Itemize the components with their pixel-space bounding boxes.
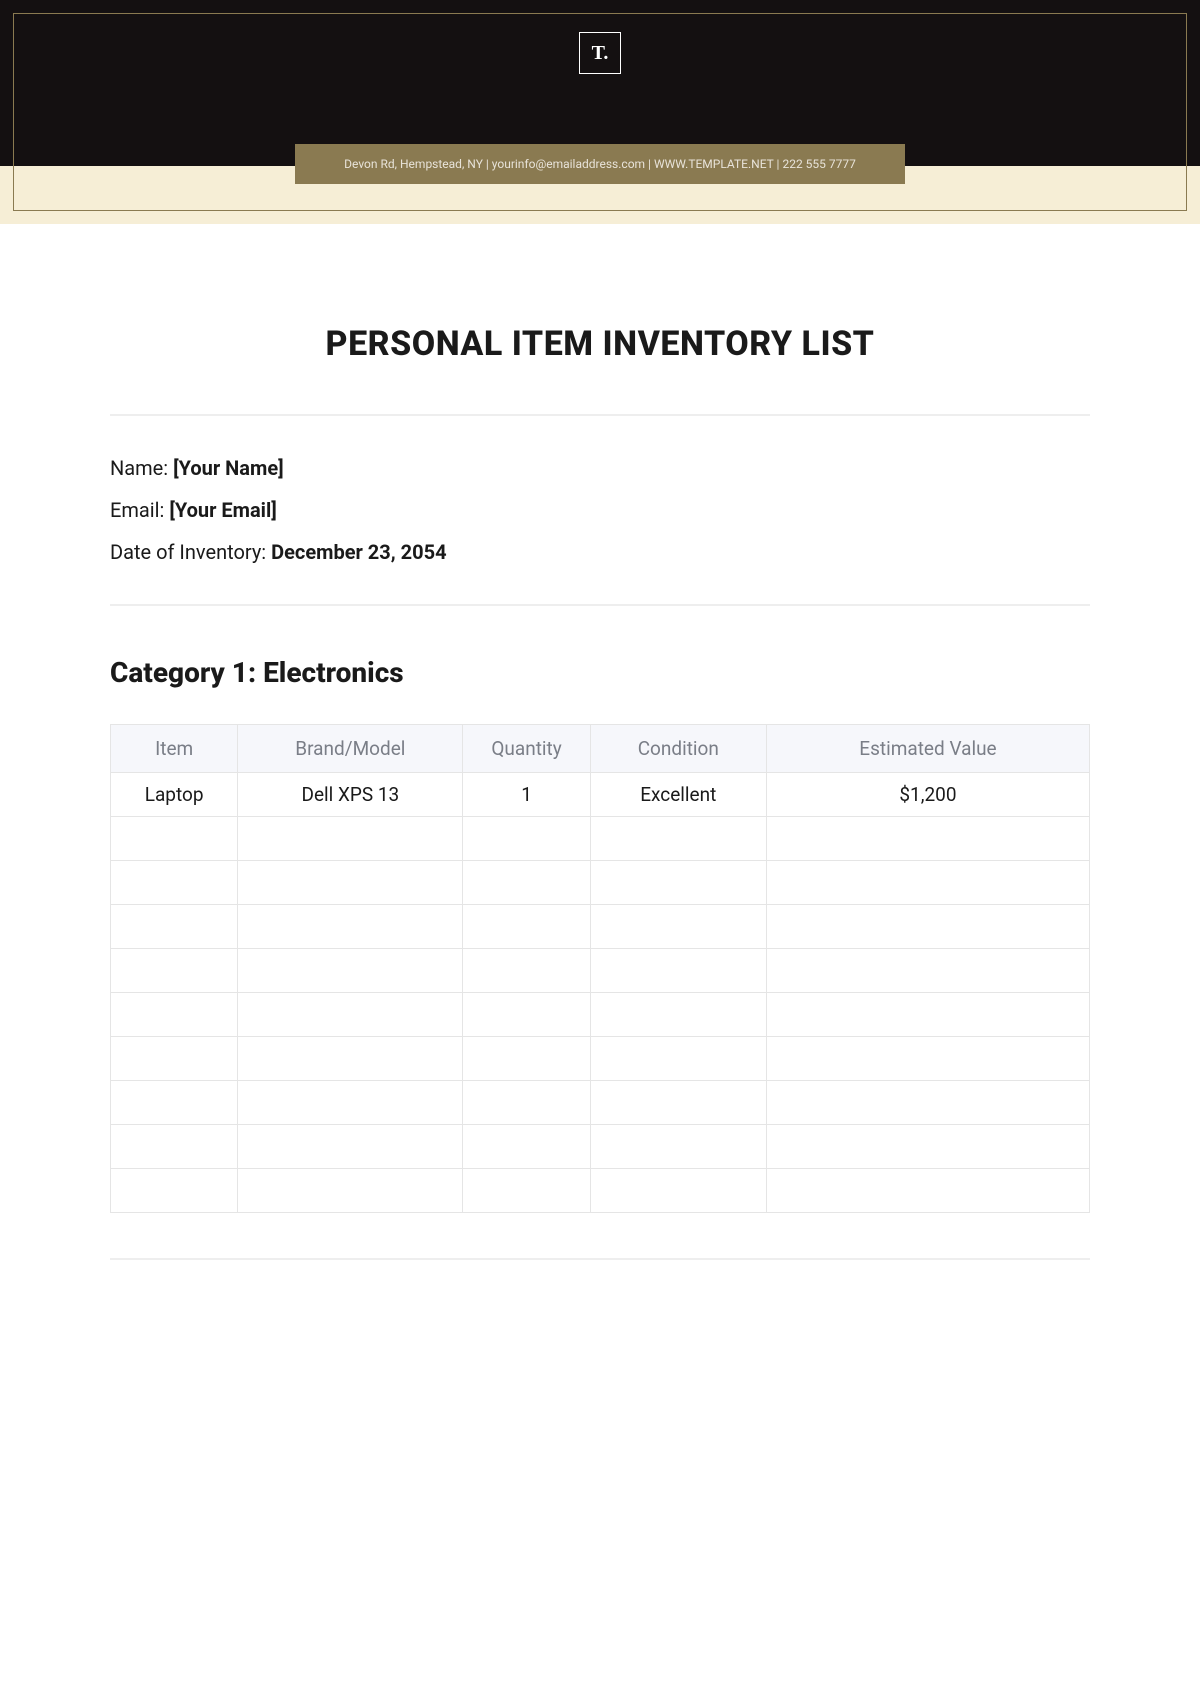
cell-condition — [590, 1169, 766, 1213]
cell-value — [766, 1037, 1089, 1081]
table-row — [111, 1037, 1090, 1081]
cell-brand — [238, 1125, 463, 1169]
cell-quantity — [463, 1037, 590, 1081]
document-header: T. Devon Rd, Hempstead, NY | yourinfo@em… — [0, 0, 1200, 224]
cell-item — [111, 817, 238, 861]
date-label: Date of Inventory: — [110, 540, 271, 564]
cell-brand — [238, 949, 463, 993]
cell-condition — [590, 949, 766, 993]
header-black-band — [0, 0, 1200, 166]
name-value: [Your Name] — [173, 456, 284, 480]
table-body: LaptopDell XPS 131Excellent$1,200 — [111, 773, 1090, 1213]
personal-info-section: Name: [Your Name] Email: [Your Email] Da… — [110, 416, 1090, 604]
table-row — [111, 1169, 1090, 1213]
cell-condition — [590, 993, 766, 1037]
inventory-table: Item Brand/Model Quantity Condition Esti… — [110, 724, 1090, 1213]
cell-value: $1,200 — [766, 773, 1089, 817]
document-content: PERSONAL ITEM INVENTORY LIST Name: [Your… — [0, 224, 1200, 1300]
cell-brand — [238, 1037, 463, 1081]
cell-condition — [590, 1125, 766, 1169]
cell-condition — [590, 1037, 766, 1081]
header-brand: Brand/Model — [238, 725, 463, 773]
cell-brand — [238, 861, 463, 905]
contact-info-text: Devon Rd, Hempstead, NY | yourinfo@email… — [344, 157, 856, 171]
header-quantity: Quantity — [463, 725, 590, 773]
cell-quantity — [463, 1169, 590, 1213]
table-header-row: Item Brand/Model Quantity Condition Esti… — [111, 725, 1090, 773]
cell-condition — [590, 1081, 766, 1125]
cell-brand — [238, 1169, 463, 1213]
table-row — [111, 861, 1090, 905]
cell-condition — [590, 817, 766, 861]
cell-quantity — [463, 817, 590, 861]
email-label: Email: — [110, 498, 169, 522]
page-title: PERSONAL ITEM INVENTORY LIST — [110, 324, 1090, 364]
logo-box: T. — [579, 32, 621, 74]
cell-value — [766, 817, 1089, 861]
divider-bottom — [110, 1258, 1090, 1260]
header-value: Estimated Value — [766, 725, 1089, 773]
cell-item: Laptop — [111, 773, 238, 817]
cell-item — [111, 1169, 238, 1213]
logo-text: T. — [592, 42, 609, 65]
cell-value — [766, 905, 1089, 949]
cell-item — [111, 861, 238, 905]
cell-condition — [590, 905, 766, 949]
cell-value — [766, 1125, 1089, 1169]
cell-quantity: 1 — [463, 773, 590, 817]
table-row — [111, 1125, 1090, 1169]
cell-condition — [590, 861, 766, 905]
cell-value — [766, 949, 1089, 993]
cell-quantity — [463, 905, 590, 949]
category-title: Category 1: Electronics — [110, 656, 1090, 689]
cell-value — [766, 861, 1089, 905]
cell-condition: Excellent — [590, 773, 766, 817]
cell-item — [111, 1081, 238, 1125]
cell-brand — [238, 817, 463, 861]
cell-brand: Dell XPS 13 — [238, 773, 463, 817]
cell-quantity — [463, 1125, 590, 1169]
contact-info-bar: Devon Rd, Hempstead, NY | yourinfo@email… — [295, 144, 905, 184]
header-item: Item — [111, 725, 238, 773]
cell-item — [111, 1037, 238, 1081]
email-row: Email: [Your Email] — [110, 498, 1090, 522]
cell-quantity — [463, 861, 590, 905]
table-row — [111, 817, 1090, 861]
email-value: [Your Email] — [169, 498, 276, 522]
name-label: Name: — [110, 456, 173, 480]
cell-item — [111, 1125, 238, 1169]
cell-brand — [238, 1081, 463, 1125]
divider-mid — [110, 604, 1090, 606]
cell-value — [766, 993, 1089, 1037]
cell-quantity — [463, 949, 590, 993]
table-row — [111, 993, 1090, 1037]
date-value: December 23, 2054 — [271, 540, 446, 564]
date-row: Date of Inventory: December 23, 2054 — [110, 540, 1090, 564]
header-condition: Condition — [590, 725, 766, 773]
cell-quantity — [463, 1081, 590, 1125]
cell-value — [766, 1081, 1089, 1125]
cell-brand — [238, 993, 463, 1037]
name-row: Name: [Your Name] — [110, 456, 1090, 480]
table-row — [111, 949, 1090, 993]
table-row: LaptopDell XPS 131Excellent$1,200 — [111, 773, 1090, 817]
cell-item — [111, 949, 238, 993]
cell-item — [111, 993, 238, 1037]
cell-brand — [238, 905, 463, 949]
table-row — [111, 905, 1090, 949]
cell-quantity — [463, 993, 590, 1037]
cell-value — [766, 1169, 1089, 1213]
table-row — [111, 1081, 1090, 1125]
cell-item — [111, 905, 238, 949]
